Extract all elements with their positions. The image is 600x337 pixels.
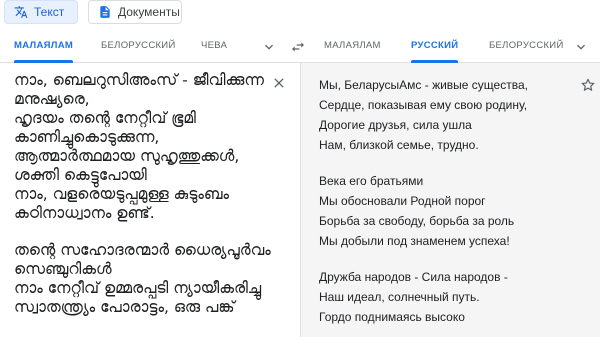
source-lang-tab-malayalam[interactable]: МАЛАЯЛАМ	[14, 30, 74, 63]
translation-line: Мы добыли под знаменем успеха!	[319, 234, 510, 248]
translation-line: Мы, БеларусыАмс - живые существа,	[319, 78, 528, 92]
stanza-gap	[319, 251, 569, 267]
star-icon[interactable]	[580, 77, 596, 93]
source-line: കാണിച്ചുകൊടുക്കുന്ന,	[14, 128, 160, 146]
source-line: മനുഷ്യരെ,	[14, 90, 90, 108]
source-lang-tab-belarusian[interactable]: БЕЛОРУССКИЙ	[101, 30, 176, 62]
translation-line: Дружба народов - Сила народов -	[319, 270, 508, 284]
source-line: നാം നേറ്റീവ് ഉമ്മരപ്പടി ന്യായീകരിച്ചു	[14, 279, 262, 297]
translation-line: Нам, близкой семье, трудно.	[319, 138, 479, 152]
stanza-gap	[14, 223, 274, 241]
translation-line: Дорогие друзья, сила ушла	[319, 118, 472, 132]
translation-output: Мы, БеларусыАмс - живые существа, Сердце…	[319, 75, 569, 327]
documents-mode-button[interactable]: Документы	[88, 0, 182, 24]
close-icon[interactable]	[271, 75, 287, 91]
source-line: നാം, ബെലറുസിഅംസ് - ജീവിക്കുന്ന	[14, 71, 264, 89]
target-lang-tab-malayalam[interactable]: МАЛАЯЛАМ	[324, 30, 381, 62]
source-textarea[interactable]: നാം, ബെലറുസിഅംസ് - ജീവിക്കുന്ന മനുഷ്യരെ,…	[14, 71, 274, 317]
chevron-down-icon[interactable]	[573, 39, 589, 55]
translation-line: Гордо поднимаясь высоко	[319, 310, 465, 324]
source-line: നാം, വളരെയടുപ്പമുള്ള കുടുംബം	[14, 185, 229, 203]
source-line: തന്റെ സഹോദരന്മാർ ധൈര്യപൂർവം	[14, 241, 271, 259]
source-line: ശക്തി കെട്ടുപോയി	[14, 166, 147, 184]
translation-line: Века его братьями	[319, 174, 424, 188]
swap-arrows-icon[interactable]	[289, 39, 307, 55]
language-bar: МАЛАЯЛАМ БЕЛОРУССКИЙ ЧЕВА МАЛАЯЛАМ РУССК…	[0, 30, 600, 63]
translation-line: Сердце, показывая ему свою родину,	[319, 98, 528, 112]
target-lang-tab-russian[interactable]: РУССКИЙ	[411, 30, 459, 63]
translation-panel: Мы, БеларусыАмс - живые существа, Сердце…	[301, 63, 600, 337]
source-line: ഹൃദയം തന്റെ നേറ്റീവ് ഭൂമി	[14, 109, 196, 127]
documents-mode-label: Документы	[118, 5, 180, 19]
source-line: കഠിനാധ്വാനം ഉണ്ട്.	[14, 204, 155, 222]
source-line: സ്വാതന്ത്ര്യം പോരാട്ടം, ഒരു പങ്ക്	[14, 298, 235, 316]
source-text-panel[interactable]: നാം, ബെലറുസിഅംസ് - ജീവിക്കുന്ന മനുഷ്യരെ,…	[0, 63, 301, 337]
source-line: സെഞ്ചുറികൾ	[14, 260, 112, 278]
text-mode-label: Текст	[34, 5, 65, 19]
text-mode-button[interactable]: Текст	[4, 0, 78, 24]
chevron-down-icon[interactable]	[261, 39, 277, 55]
document-icon	[98, 5, 112, 19]
mode-bar: Текст Документы	[0, 0, 600, 30]
stanza-gap	[319, 155, 569, 171]
source-line: ആത്മാർത്ഥമായ സുഹൃത്തുക്കൾ,	[14, 147, 240, 165]
source-lang-tab-chewa[interactable]: ЧЕВА	[201, 30, 227, 62]
translation-line: Борьба за свободу, борьба за роль	[319, 214, 515, 228]
translate-icon	[14, 5, 28, 19]
target-lang-tab-belarusian[interactable]: БЕЛОРУССКИЙ	[489, 30, 564, 62]
translation-line: Мы обосновали Родной порог	[319, 194, 486, 208]
translation-line: Наш идеал, солнечный путь.	[319, 290, 480, 304]
